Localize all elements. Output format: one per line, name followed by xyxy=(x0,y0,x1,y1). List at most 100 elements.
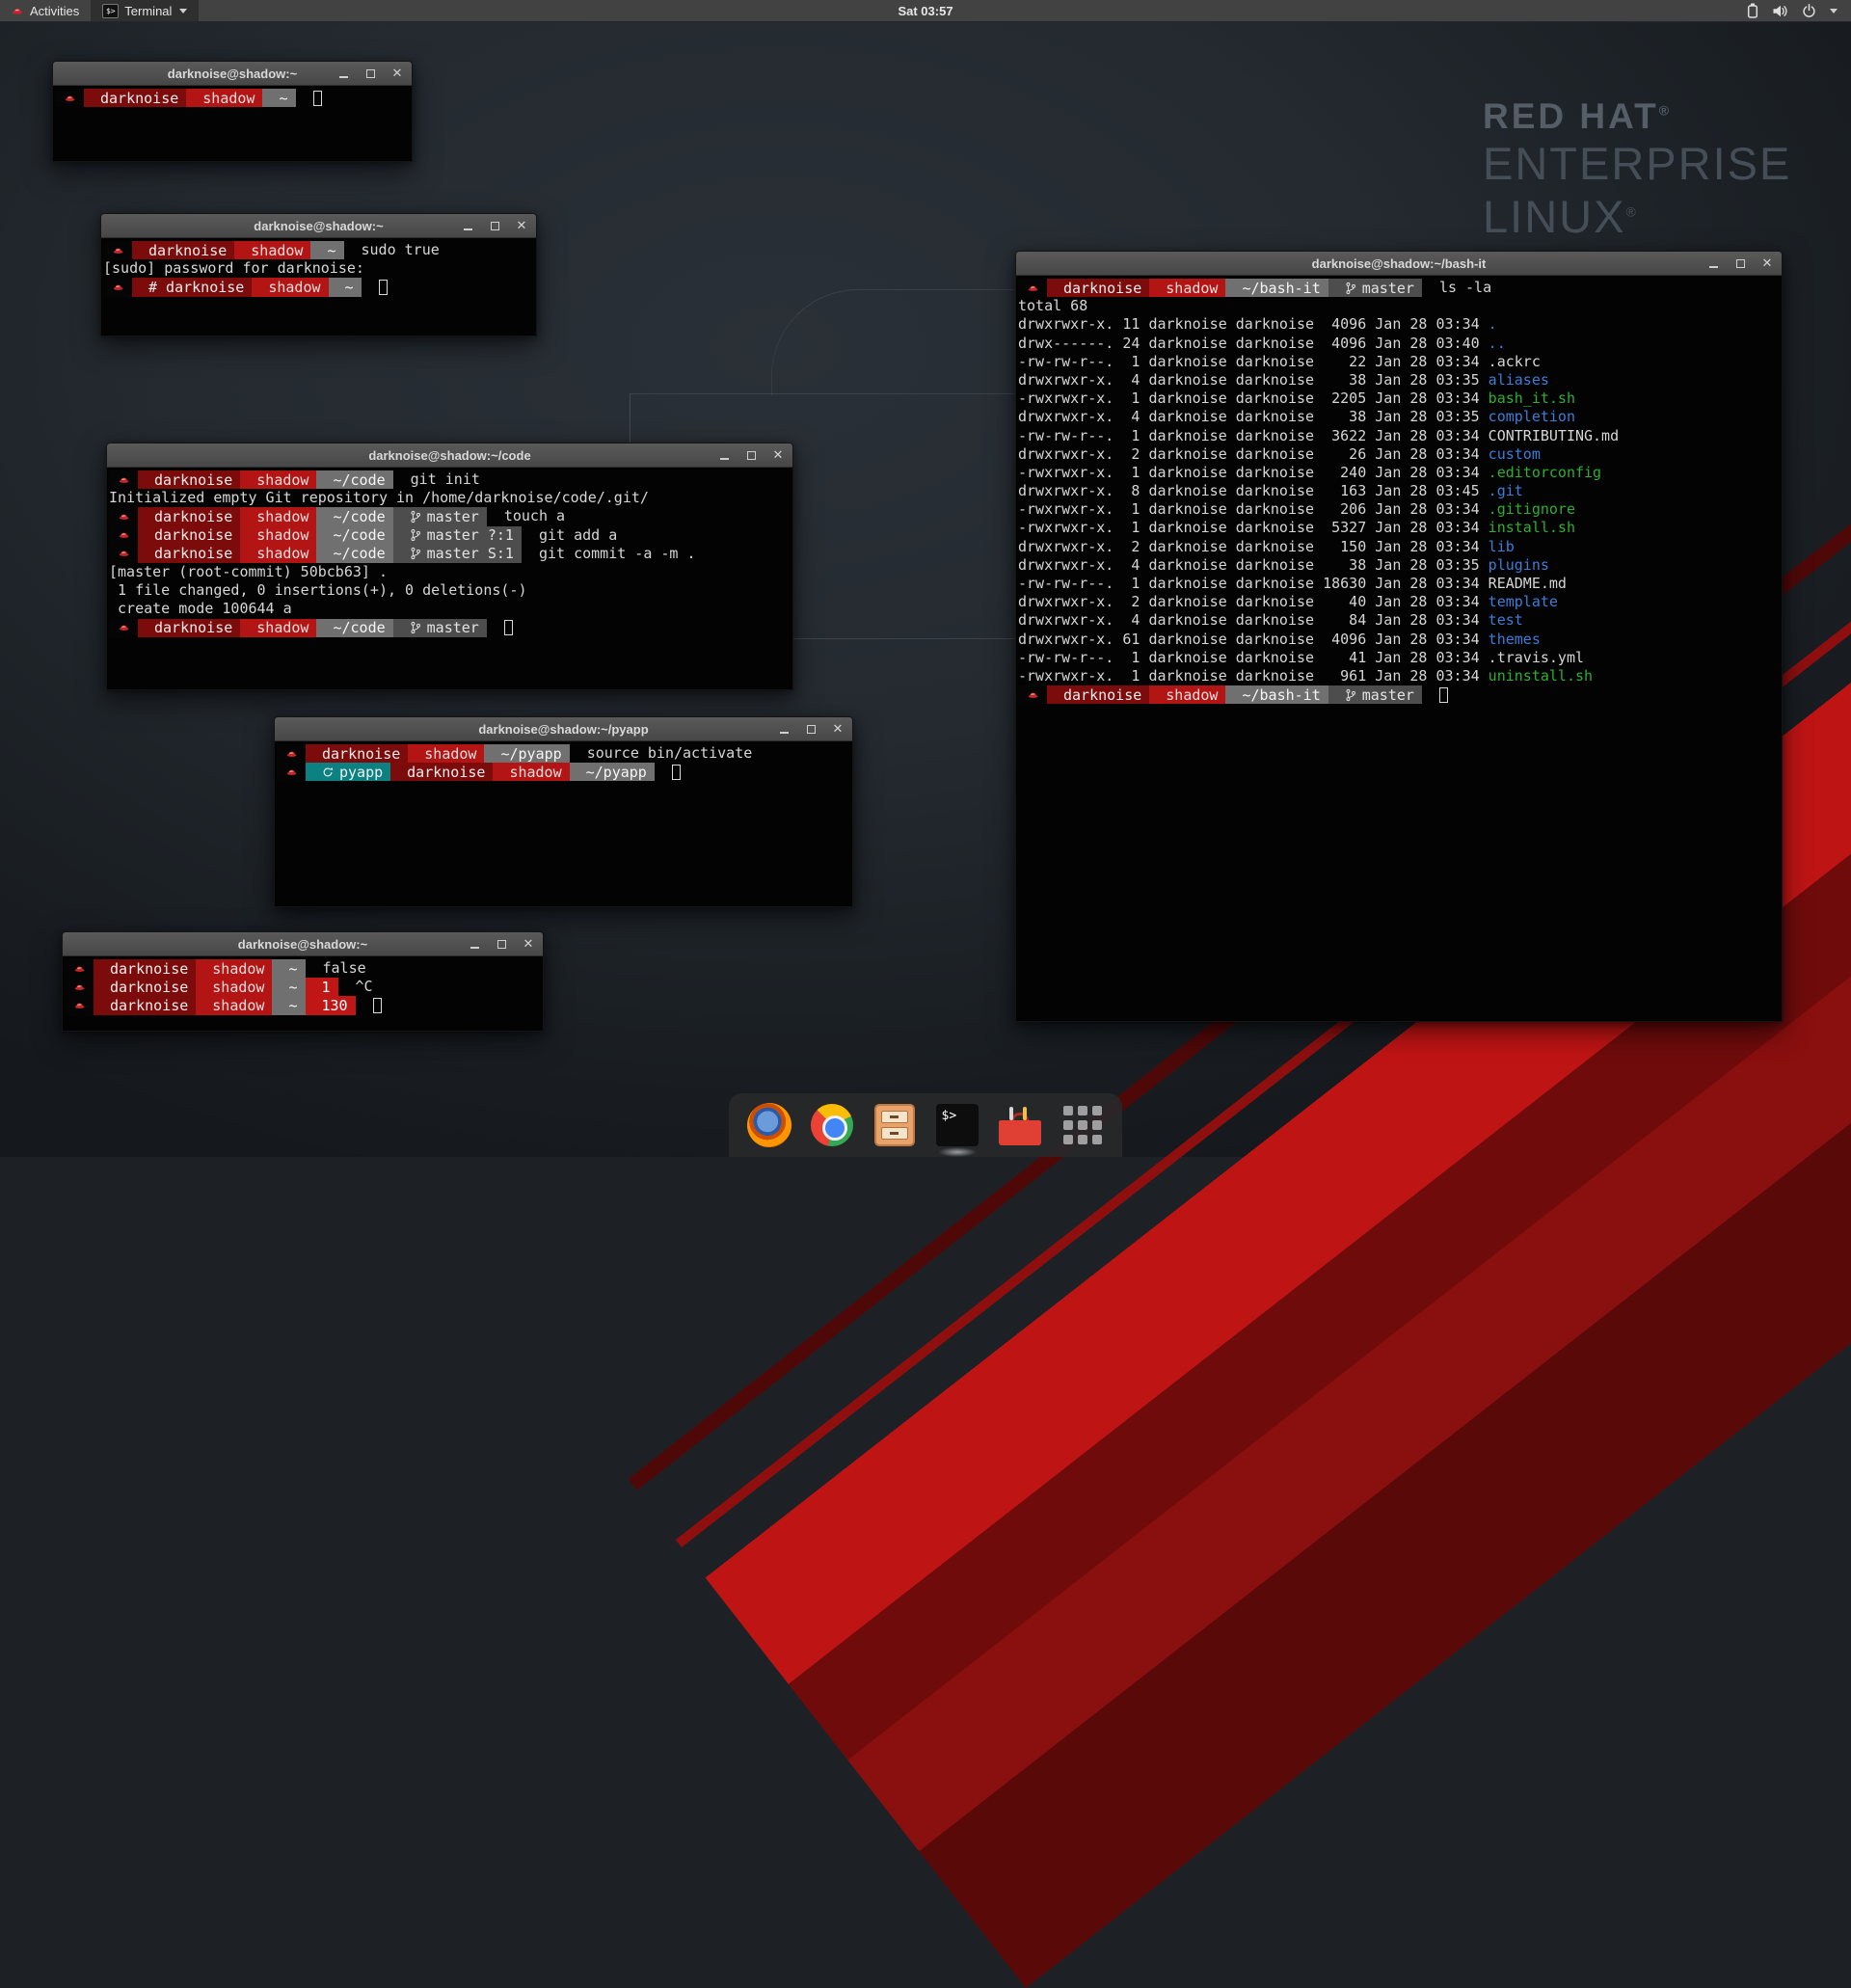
output-text: drwx------. 24 darknoise darknoise 4096 … xyxy=(1018,335,1489,353)
output-text: drwxrwxr-x. 11 darknoise darknoise 4096 … xyxy=(1018,315,1489,334)
segment-text: ~/pyapp xyxy=(500,745,561,763)
files-launcher[interactable] xyxy=(872,1102,918,1148)
close-button[interactable]: ✕ xyxy=(390,67,404,80)
file-name: .gitignore xyxy=(1489,500,1575,519)
close-button[interactable]: ✕ xyxy=(522,937,535,951)
prompt-segment-host: shadow xyxy=(501,763,569,781)
files-icon xyxy=(874,1104,915,1146)
segment-text: shadow xyxy=(509,764,561,781)
minimize-button[interactable] xyxy=(336,67,350,80)
maximize-button[interactable] xyxy=(804,722,818,736)
terminal-window-code[interactable]: darknoise@shadow:~/code✕darknoiseshadow~… xyxy=(106,443,793,690)
terminal-content[interactable]: darknoiseshadow~/bash-itmasterls -latota… xyxy=(1016,276,1782,1021)
terminal-content[interactable]: darknoiseshadow~sudo true[sudo] password… xyxy=(101,238,536,336)
terminal-line: darknoiseshadow~130 xyxy=(65,996,543,1014)
minimize-button[interactable] xyxy=(1706,256,1720,270)
activities-button[interactable]: Activities xyxy=(0,0,91,21)
terminal-line: -rw-rw-r--. 1 darknoise darknoise 41 Jan… xyxy=(1018,649,1782,667)
chrome-launcher[interactable] xyxy=(809,1102,855,1148)
terminal-content[interactable]: darknoiseshadow~falsedarknoiseshadow~1^C… xyxy=(63,956,543,1031)
volume-icon xyxy=(1772,4,1788,18)
file-name: custom xyxy=(1489,445,1541,464)
command-text: git commit -a -m . xyxy=(530,545,696,563)
terminal-launcher[interactable]: $> xyxy=(934,1102,980,1148)
window-titlebar[interactable]: darknoise@shadow:~/code✕ xyxy=(107,443,792,468)
command-text: sudo true xyxy=(353,241,440,259)
output-text: drwxrwxr-x. 8 darknoise darknoise 163 Ja… xyxy=(1018,482,1489,500)
maximize-button[interactable] xyxy=(488,219,501,232)
terminal-window-sudo[interactable]: darknoise@shadow:~✕darknoiseshadow~sudo … xyxy=(100,213,537,336)
file-name: .. xyxy=(1489,335,1506,353)
toolbox-icon xyxy=(998,1103,1042,1147)
prompt-segment-path: ~/code xyxy=(325,507,392,525)
maximize-button[interactable] xyxy=(363,67,377,80)
terminal-window-bashit[interactable]: darknoise@shadow:~/bash-it✕darknoiseshad… xyxy=(1015,251,1783,1022)
prompt-segment-host: shadow xyxy=(249,507,316,525)
terminal-content[interactable]: darknoiseshadow~/pyappsource bin/activat… xyxy=(275,741,852,906)
prompt-segment-user: # darknoise xyxy=(141,278,252,296)
prompt-segment-os xyxy=(103,278,132,296)
minimize-button[interactable] xyxy=(461,219,474,232)
firefox-icon xyxy=(747,1103,791,1147)
prompt-segment-os xyxy=(277,763,306,781)
powerline-separator-icon xyxy=(240,545,249,563)
maximize-button[interactable] xyxy=(1733,256,1747,270)
segment-text: darknoise xyxy=(154,545,232,562)
redhat-icon xyxy=(1026,688,1039,702)
segment-text: ~ xyxy=(288,960,297,978)
powerline-separator-icon xyxy=(138,619,147,637)
terminal-content[interactable]: darknoiseshadow~ xyxy=(53,86,412,161)
registered-mark: ® xyxy=(1625,203,1637,219)
close-button[interactable]: ✕ xyxy=(1760,256,1774,270)
firefox-launcher[interactable] xyxy=(746,1102,792,1148)
terminal-line: -rwxrwxr-x. 1 darknoise darknoise 2205 J… xyxy=(1018,390,1782,408)
segment-text: ~ xyxy=(279,90,287,107)
window-title: darknoise@shadow:~ xyxy=(168,67,297,81)
window-titlebar[interactable]: darknoise@shadow:~✕ xyxy=(101,214,536,238)
app-menu-terminal[interactable]: $> Terminal xyxy=(91,0,199,21)
window-titlebar[interactable]: darknoise@shadow:~ ✕ xyxy=(53,62,412,86)
git-branch-icon xyxy=(410,528,421,542)
clock[interactable]: Sat 03:57 xyxy=(0,4,1851,18)
output-text: drwxrwxr-x. 4 darknoise darknoise 84 Jan… xyxy=(1018,611,1489,630)
system-status-area[interactable] xyxy=(1747,0,1851,21)
minimize-button[interactable] xyxy=(777,722,791,736)
maximize-button[interactable] xyxy=(744,448,758,462)
grid-dot xyxy=(1063,1135,1073,1144)
prompt-segment-git: master xyxy=(402,619,487,637)
minimize-button[interactable] xyxy=(717,448,731,462)
terminal-cursor xyxy=(373,998,382,1013)
window-titlebar[interactable]: darknoise@shadow:~/bash-it✕ xyxy=(1016,252,1782,276)
prompt-segment-host: shadow xyxy=(249,470,316,489)
terminal-window-exitcodes[interactable]: darknoise@shadow:~✕darknoiseshadow~false… xyxy=(62,931,544,1032)
toolbox-launcher[interactable] xyxy=(997,1102,1043,1148)
terminal-content[interactable]: darknoiseshadow~/codegit initInitialized… xyxy=(107,468,792,689)
prompt-segment-user: darknoise xyxy=(147,545,240,563)
window-controls: ✕ xyxy=(461,214,528,237)
prompt-segment-path: ~ xyxy=(337,278,362,296)
maximize-button[interactable] xyxy=(495,937,508,951)
powerline-separator-icon xyxy=(1047,685,1056,704)
powerline-separator-icon xyxy=(1328,685,1337,704)
top-bar-left: Activities $> Terminal xyxy=(0,0,199,21)
close-button[interactable]: ✕ xyxy=(771,448,785,462)
segment-text: shadow xyxy=(256,619,308,636)
terminal-cursor xyxy=(313,91,322,106)
terminal-window-pyapp[interactable]: darknoise@shadow:~/pyapp✕darknoiseshadow… xyxy=(274,716,853,907)
terminal-window-home-small[interactable]: darknoise@shadow:~ ✕ darknoiseshadow~ xyxy=(52,61,413,162)
terminal-cursor xyxy=(672,765,681,780)
minimize-button[interactable] xyxy=(468,937,481,951)
window-titlebar[interactable]: darknoise@shadow:~/pyapp✕ xyxy=(275,717,852,741)
close-button[interactable]: ✕ xyxy=(515,219,528,232)
close-button[interactable]: ✕ xyxy=(831,722,845,736)
command-text: source bin/activate xyxy=(578,744,753,763)
segment-text: master xyxy=(427,508,479,525)
show-apps-launcher[interactable] xyxy=(1060,1102,1106,1148)
segment-text: shadow xyxy=(268,279,320,296)
terminal-line: darknoiseshadow~/codemaster xyxy=(109,619,792,637)
redhat-icon xyxy=(72,981,86,994)
output-text: [sudo] password for darknoise: xyxy=(103,259,364,278)
window-titlebar[interactable]: darknoise@shadow:~✕ xyxy=(63,932,543,956)
prompt-segment-os xyxy=(65,959,94,978)
redhat-icon xyxy=(117,473,130,487)
